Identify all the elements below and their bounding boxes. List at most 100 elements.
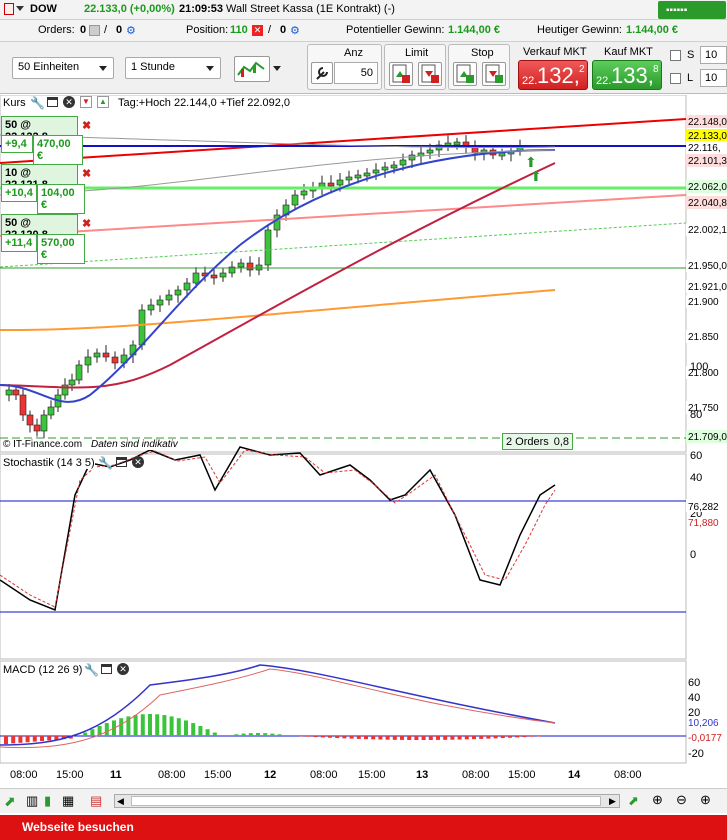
price-candle xyxy=(138,309,146,346)
website-link-bar[interactable]: Webseite besuchen xyxy=(0,815,727,840)
buy-price-sup: 8 xyxy=(653,64,659,75)
price-candle xyxy=(165,294,173,301)
buy-market-button[interactable]: 22. 133, 8 xyxy=(592,60,662,90)
macd-axis-label: -20 xyxy=(688,748,704,760)
macd-histogram-bar xyxy=(234,734,239,736)
horizontal-scrollbar[interactable]: ◀ ▶ xyxy=(114,794,620,808)
macd-histogram-bar xyxy=(349,736,354,739)
website-link[interactable]: Webseite besuchen xyxy=(22,820,134,834)
stop-distance-input[interactable]: 10 xyxy=(700,46,727,64)
buy-limit-button[interactable] xyxy=(389,62,413,86)
layers-icon[interactable]: ▤ xyxy=(90,793,102,809)
macd-histogram-bar xyxy=(248,733,253,736)
time-axis-label: 08:00 xyxy=(614,769,642,781)
close-icon[interactable]: ✕ xyxy=(117,663,129,675)
chevron-down-icon[interactable] xyxy=(273,66,281,71)
sell-stop-button[interactable] xyxy=(482,62,506,86)
sell-price-sup: 2 xyxy=(579,64,585,75)
price-candle xyxy=(5,389,13,396)
gear-icon[interactable]: ⚙ xyxy=(126,24,136,37)
arrow-up-icon[interactable]: ▲ xyxy=(97,96,109,108)
clock-time: 21:09:53 xyxy=(179,3,224,15)
macd-title: MACD (12 26 9) xyxy=(3,664,83,676)
macd-histogram-bar xyxy=(227,735,232,736)
stochastic-pane xyxy=(0,453,687,660)
fit-icon[interactable]: ⬈ xyxy=(628,793,639,809)
macd-axis-label: 40 xyxy=(688,692,700,704)
bars-icon[interactable]: ▮ xyxy=(44,793,51,809)
time-axis-label: 08:00 xyxy=(10,769,38,781)
scroll-right-icon[interactable]: ▶ xyxy=(609,796,616,807)
time-axis-label: 15:00 xyxy=(56,769,84,781)
price-candle xyxy=(381,166,389,171)
orders-separator: / xyxy=(104,24,108,36)
sell-limit-button[interactable] xyxy=(418,62,442,86)
sell-price-small: 22. xyxy=(522,75,538,87)
zoom-chart-icon[interactable]: ⬈ xyxy=(4,793,16,810)
stoch-axis-label: 80 xyxy=(690,409,702,421)
wrench-icon[interactable]: 🔧 xyxy=(30,96,45,110)
macd-histogram-bar xyxy=(493,736,498,739)
close-icon[interactable]: ✖ xyxy=(82,167,91,180)
sell-market-button[interactable]: 22. 132, 2 xyxy=(518,60,588,90)
orders-count: 0 xyxy=(80,24,87,36)
price-candle xyxy=(47,406,55,416)
orders-tag[interactable]: 2 Orders 0,8 xyxy=(502,433,573,450)
window-icon[interactable] xyxy=(116,457,127,467)
limit-group: Limit xyxy=(384,44,446,90)
scroll-thumb[interactable] xyxy=(131,796,601,806)
macd-histogram-bar xyxy=(328,736,332,738)
grid-icon[interactable]: ▦ xyxy=(62,793,74,809)
buy-arrow-icon: ⬆ xyxy=(525,154,537,170)
macd-histogram-bar xyxy=(284,735,289,736)
price-candle xyxy=(183,282,191,291)
price-candle xyxy=(408,154,416,161)
interval-select-value: 1 Stunde xyxy=(131,61,176,73)
candles-icon[interactable]: ▥ xyxy=(26,793,38,809)
l-checkbox[interactable] xyxy=(670,73,681,84)
price-candle xyxy=(453,141,461,146)
buy-price-small: 22. xyxy=(596,75,612,87)
window-icon[interactable] xyxy=(47,97,58,107)
wrench-icon[interactable] xyxy=(311,62,333,84)
price-axis-label: 21.850 xyxy=(688,332,719,343)
interval-select[interactable]: 1 Stunde xyxy=(125,57,221,79)
wrench-icon[interactable]: 🔧 xyxy=(98,456,113,470)
macd-histogram-bar xyxy=(529,736,534,737)
menu-button[interactable]: ▪▪▪▪▪▪ xyxy=(658,1,726,19)
zoom-in-icon[interactable]: ⊕ xyxy=(700,792,711,808)
macd-histogram-bar xyxy=(148,714,152,736)
zoom-fit-icon[interactable]: ⊕ xyxy=(652,792,663,808)
quantity-input[interactable] xyxy=(334,62,378,84)
close-position-icon[interactable]: ✕ xyxy=(252,25,263,36)
price-candle xyxy=(237,262,245,268)
chevron-down-icon[interactable] xyxy=(16,6,24,11)
cancel-orders-icon[interactable] xyxy=(89,25,100,36)
price-axis-label: 22.116, xyxy=(688,143,721,154)
indicator-icon[interactable] xyxy=(234,56,270,82)
gear-icon[interactable]: ⚙ xyxy=(290,24,300,37)
close-icon[interactable]: ✖ xyxy=(82,217,91,230)
close-icon[interactable]: ✕ xyxy=(63,96,75,108)
s-label: S xyxy=(687,49,695,61)
scroll-left-icon[interactable]: ◀ xyxy=(117,796,124,807)
chart-type-icon[interactable] xyxy=(4,3,14,15)
s-checkbox[interactable] xyxy=(670,50,681,61)
buy-stop-button[interactable] xyxy=(453,62,477,86)
sell-price-big: 132, xyxy=(537,63,580,88)
buy-stop-icon xyxy=(456,64,474,83)
stoch-k-value: 76,282 xyxy=(688,502,719,513)
window-icon[interactable] xyxy=(101,664,112,674)
arrow-down-icon[interactable]: ▼ xyxy=(80,96,92,108)
close-icon[interactable]: ✖ xyxy=(82,119,91,132)
stop-label: Stop xyxy=(471,47,494,59)
zoom-out-icon[interactable]: ⊖ xyxy=(676,792,687,808)
units-select[interactable]: 50 Einheiten xyxy=(12,57,114,79)
wrench-icon[interactable]: 🔧 xyxy=(84,663,99,677)
price-candle xyxy=(210,274,218,279)
close-icon[interactable]: ✕ xyxy=(132,456,144,468)
macd-histogram-bar xyxy=(32,736,37,742)
limit-distance-input[interactable]: 10 xyxy=(700,69,727,87)
price-axis-label: 22.133,0 xyxy=(688,131,727,142)
position-count: 110 xyxy=(230,24,248,36)
